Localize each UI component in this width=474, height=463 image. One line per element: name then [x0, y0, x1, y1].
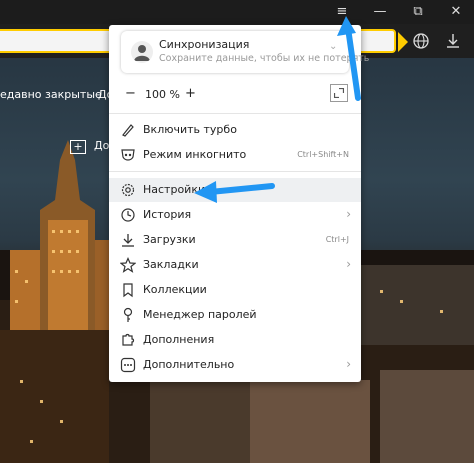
menu-item-more[interactable]: Дополнительно ›	[109, 353, 361, 377]
menu-item-bookmarks[interactable]: Закладки ›	[109, 253, 361, 277]
add-icon[interactable]: +	[70, 140, 86, 154]
menu-item-label: Включить турбо	[143, 123, 237, 136]
menu-item-label: Загрузки	[143, 233, 196, 246]
globe-icon[interactable]	[412, 32, 430, 50]
divider	[109, 113, 361, 114]
annotation-arrow-up	[337, 16, 361, 101]
download-icon[interactable]	[444, 32, 462, 50]
menu-item-label: Менеджер паролей	[143, 308, 257, 321]
recently-closed-link[interactable]: едавно закрытые	[0, 88, 102, 101]
bookmark-icon	[123, 283, 133, 298]
menu-item-label: Дополнения	[143, 333, 215, 346]
chevron-right-icon: ›	[346, 207, 351, 221]
download-icon	[122, 234, 134, 247]
menu-item-label: История	[143, 208, 192, 221]
close-icon[interactable]: ✕	[438, 0, 474, 24]
puzzle-icon	[122, 333, 135, 346]
sync-card[interactable]: Синхронизация Сохраните данные, чтобы их…	[121, 31, 369, 73]
menu-item-downloads[interactable]: Загрузки Ctrl+J	[109, 228, 361, 252]
window-titlebar: ≡ — ⧉ ✕	[0, 0, 474, 24]
key-icon	[123, 307, 133, 322]
menu-item-incognito[interactable]: Режим инкогнито Ctrl+Shift+N	[109, 143, 361, 167]
rocket-icon	[122, 124, 134, 137]
restore-icon[interactable]: ⧉	[400, 0, 436, 24]
gear-icon	[121, 183, 135, 197]
shortcut-label: Ctrl+Shift+N	[297, 150, 349, 159]
menu-item-label: Режим инкогнито	[143, 148, 247, 161]
more-icon	[120, 357, 136, 373]
chevron-right-icon: ›	[346, 257, 351, 271]
go-arrow-icon[interactable]	[398, 32, 408, 52]
menu-item-label: Дополнительно	[143, 358, 235, 371]
incognito-icon	[121, 149, 135, 161]
annotation-arrow-left	[194, 181, 275, 203]
star-icon	[120, 257, 136, 273]
shortcut-label: Ctrl+J	[325, 235, 349, 244]
zoom-controls: − 100 % +	[109, 83, 361, 109]
zoom-out-button[interactable]: −	[125, 86, 136, 101]
divider	[109, 171, 361, 172]
menu-item-history[interactable]: История ›	[109, 203, 361, 227]
menu-item-label: Коллекции	[143, 283, 207, 296]
zoom-level: 100 %	[145, 88, 180, 101]
menu-item-extensions[interactable]: Дополнения	[109, 328, 361, 352]
zoom-in-button[interactable]: +	[185, 86, 196, 101]
chevron-right-icon: ›	[346, 357, 351, 371]
menu-item-password-manager[interactable]: Менеджер паролей	[109, 303, 361, 327]
sync-title: Синхронизация	[159, 38, 250, 51]
add-label[interactable]: До	[94, 139, 109, 152]
menu-item-collections[interactable]: Коллекции	[109, 278, 361, 302]
menu-item-turbo[interactable]: Включить турбо	[109, 118, 361, 142]
avatar	[131, 41, 153, 63]
menu-item-label: Закладки	[143, 258, 199, 271]
user-icon	[134, 45, 150, 61]
clock-icon	[121, 208, 135, 222]
